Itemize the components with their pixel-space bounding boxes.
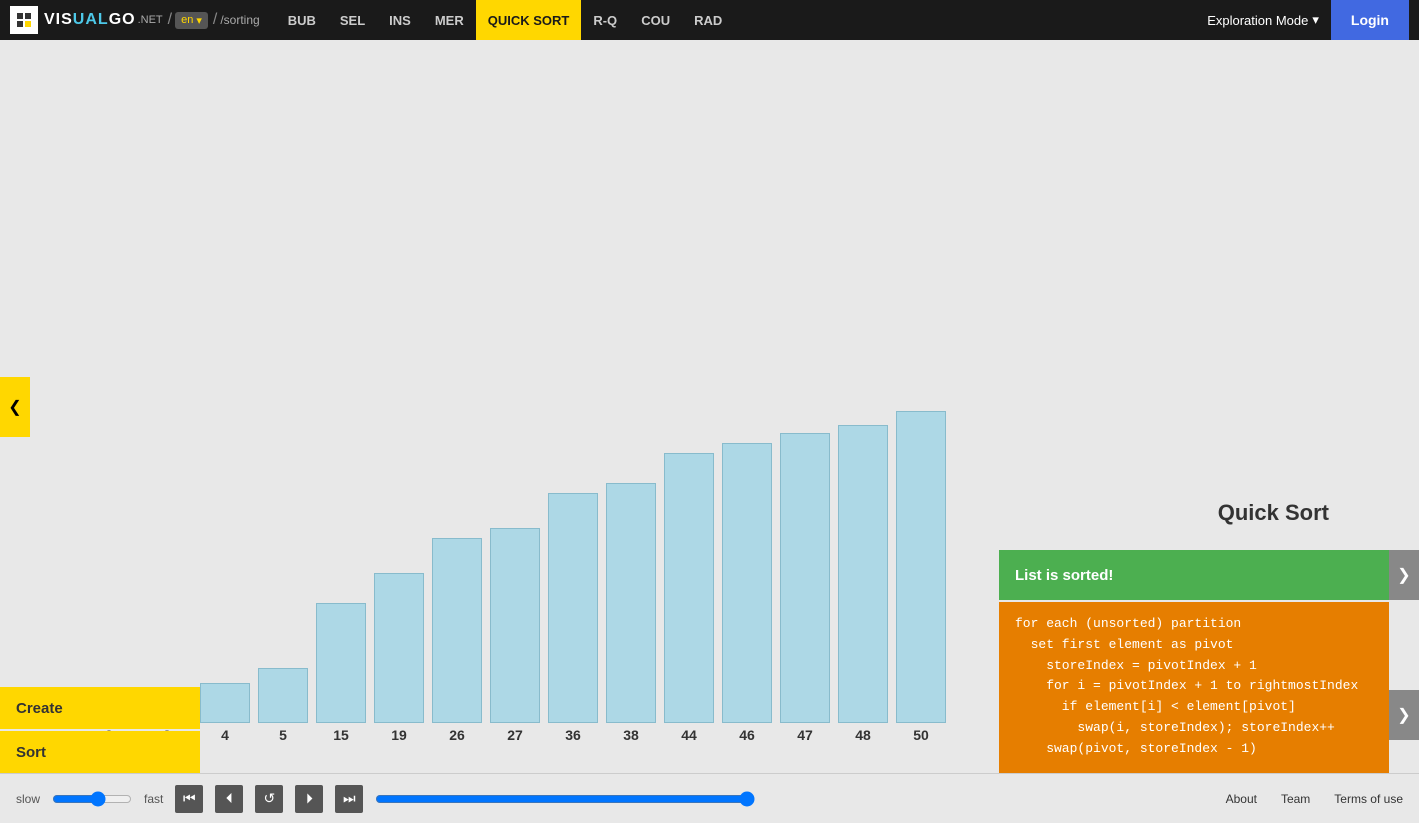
speed-fast-label: fast bbox=[144, 792, 163, 806]
step-fwd-icon: ⏵ bbox=[306, 790, 313, 807]
lang-label: en bbox=[181, 14, 193, 26]
step-back-icon: ⏴ bbox=[226, 790, 233, 807]
bar bbox=[548, 493, 598, 723]
exploration-mode-label: Exploration Mode bbox=[1207, 13, 1308, 28]
bar-label: 5 bbox=[279, 727, 287, 743]
speed-slow-label: slow bbox=[16, 792, 40, 806]
replay-button[interactable]: ↺ bbox=[255, 785, 283, 813]
team-link[interactable]: Team bbox=[1281, 792, 1310, 806]
bar-container: 46 bbox=[722, 443, 772, 743]
login-button[interactable]: Login bbox=[1331, 0, 1409, 40]
bar bbox=[374, 573, 424, 723]
bar-label: 50 bbox=[913, 727, 929, 743]
sort-button[interactable]: Sort bbox=[0, 731, 200, 773]
bar-label: 46 bbox=[739, 727, 755, 743]
bar bbox=[780, 433, 830, 723]
about-link[interactable]: About bbox=[1226, 792, 1257, 806]
status-box: List is sorted! bbox=[999, 550, 1389, 600]
bar-label: 47 bbox=[797, 727, 813, 743]
replay-icon: ↺ bbox=[263, 790, 275, 807]
bar bbox=[896, 411, 946, 723]
bar bbox=[722, 443, 772, 723]
right-panel: Quick Sort List is sorted! ❯ for each (u… bbox=[999, 40, 1419, 773]
header: VISUALGO .NET / en ▾ / /sorting BUB SEL … bbox=[0, 0, 1419, 40]
bar-label: 4 bbox=[221, 727, 229, 743]
nav-bub[interactable]: BUB bbox=[276, 0, 328, 40]
speed-slider[interactable] bbox=[52, 785, 132, 813]
bar-container: 44 bbox=[664, 453, 714, 743]
exploration-mode-button[interactable]: Exploration Mode ▾ bbox=[1195, 0, 1331, 40]
terms-link[interactable]: Terms of use bbox=[1334, 792, 1403, 806]
bar-container: 38 bbox=[606, 483, 656, 743]
step-fwd-button[interactable]: ⏵ bbox=[295, 785, 323, 813]
logo-go: GO bbox=[109, 11, 136, 28]
bar-label: 15 bbox=[333, 727, 349, 743]
bar-label: 38 bbox=[623, 727, 639, 743]
bar-container: 26 bbox=[432, 538, 482, 743]
nav-rq[interactable]: R-Q bbox=[581, 0, 629, 40]
login-label: Login bbox=[1351, 12, 1389, 28]
right-chevron-bottom-icon: ❯ bbox=[1397, 705, 1410, 725]
bar-label: 27 bbox=[507, 727, 523, 743]
bar-container: 50 bbox=[896, 411, 946, 743]
status-text: List is sorted! bbox=[1015, 567, 1113, 584]
logo-text: VISUALGO bbox=[44, 11, 136, 29]
bar-label: 26 bbox=[449, 727, 465, 743]
left-nav-button[interactable]: ❮ bbox=[0, 377, 30, 437]
bar-container: 19 bbox=[374, 573, 424, 743]
step-back-button[interactable]: ⏴ bbox=[215, 785, 243, 813]
logo-ual: UAL bbox=[73, 11, 109, 28]
right-chevron-top-icon: ❯ bbox=[1397, 565, 1410, 585]
bar-container: 5 bbox=[258, 668, 308, 743]
bar bbox=[316, 603, 366, 723]
logo-domain: .NET bbox=[138, 14, 163, 26]
nav-quick[interactable]: QUICK SORT bbox=[476, 0, 582, 40]
nav-cou[interactable]: COU bbox=[629, 0, 682, 40]
lang-arrow: ▾ bbox=[196, 14, 202, 27]
sort-label: Sort bbox=[16, 744, 46, 761]
nav-rad[interactable]: RAD bbox=[682, 0, 734, 40]
bar-container: 15 bbox=[316, 603, 366, 743]
bar-label: 19 bbox=[391, 727, 407, 743]
main-area: ❮ 23451519262736384446474850 Quick Sort … bbox=[0, 40, 1419, 773]
logo-vis: VIS bbox=[44, 11, 73, 28]
nav-sel[interactable]: SEL bbox=[328, 0, 377, 40]
left-chevron-icon: ❮ bbox=[8, 397, 21, 417]
logo-icon bbox=[10, 6, 38, 34]
logo-slash: / bbox=[168, 11, 172, 29]
nav-mer[interactable]: MER bbox=[423, 0, 476, 40]
path-text: /sorting bbox=[220, 13, 259, 27]
create-label: Create bbox=[16, 700, 63, 717]
path-slash: / bbox=[213, 11, 217, 29]
algo-title: Quick Sort bbox=[1218, 500, 1329, 526]
right-chevron-bottom-button[interactable]: ❯ bbox=[1389, 690, 1419, 740]
skip-fwd-icon: ⏭ bbox=[343, 790, 356, 807]
bar bbox=[258, 668, 308, 723]
lang-badge[interactable]: en ▾ bbox=[175, 12, 208, 29]
skip-back-icon: ⏮ bbox=[183, 790, 196, 807]
bar-label: 44 bbox=[681, 727, 697, 743]
skip-fwd-button[interactable]: ⏭ bbox=[335, 785, 363, 813]
bar bbox=[606, 483, 656, 723]
exploration-arrow-icon: ▾ bbox=[1312, 12, 1319, 28]
bar-container: 36 bbox=[548, 493, 598, 743]
bar-container: 27 bbox=[490, 528, 540, 743]
bar-container: 48 bbox=[838, 425, 888, 743]
bar bbox=[490, 528, 540, 723]
bar bbox=[664, 453, 714, 723]
right-chevron-top-button[interactable]: ❯ bbox=[1389, 550, 1419, 600]
code-text: for each (unsorted) partition set first … bbox=[1015, 614, 1373, 760]
bar bbox=[432, 538, 482, 723]
bottom-left-panel: Create Sort bbox=[0, 687, 210, 773]
create-button[interactable]: Create bbox=[0, 687, 200, 729]
nav-ins[interactable]: INS bbox=[377, 0, 423, 40]
bar bbox=[838, 425, 888, 723]
bar-label: 48 bbox=[855, 727, 871, 743]
bar-container: 47 bbox=[780, 433, 830, 743]
code-box: for each (unsorted) partition set first … bbox=[999, 602, 1389, 773]
progress-slider[interactable] bbox=[375, 791, 755, 807]
bottom-bar: slow fast ⏮ ⏴ ↺ ⏵ ⏭ About Team Terms of … bbox=[0, 773, 1419, 823]
bar-label: 36 bbox=[565, 727, 581, 743]
skip-back-button[interactable]: ⏮ bbox=[175, 785, 203, 813]
